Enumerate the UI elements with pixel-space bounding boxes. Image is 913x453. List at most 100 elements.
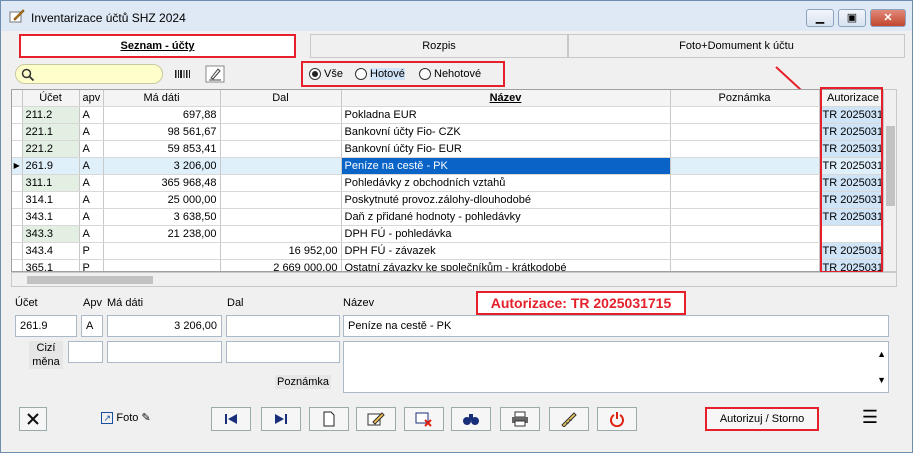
foto-button[interactable]: ↗ Foto ✎ bbox=[93, 407, 159, 431]
pin-icon: ✎ bbox=[141, 412, 151, 424]
madati-field[interactable]: 3 206,00 bbox=[107, 315, 222, 337]
cell-apv: A bbox=[79, 157, 104, 175]
col-apv[interactable]: apv bbox=[79, 90, 104, 107]
cell-apv: A bbox=[79, 106, 104, 124]
row-indicator bbox=[12, 208, 23, 226]
last-record-button[interactable] bbox=[261, 407, 301, 431]
printer-icon bbox=[512, 411, 528, 427]
cell-nazev: Ostatní závazky ke společníkům - krátkod… bbox=[341, 259, 671, 271]
cell-ucet: 343.3 bbox=[22, 225, 80, 243]
ucet-field[interactable]: 261.9 bbox=[15, 315, 77, 337]
table-row[interactable]: 343.1 A 3 638,50 Daň z přidané hodnoty -… bbox=[12, 208, 882, 226]
apv-field[interactable]: A bbox=[81, 315, 103, 337]
cell-madati: 59 853,41 bbox=[103, 140, 221, 158]
tab-label: Seznam - účty bbox=[120, 40, 195, 52]
mena-madati-field[interactable] bbox=[107, 341, 222, 363]
row-indicator bbox=[12, 259, 23, 271]
radio-all[interactable]: Vše bbox=[309, 67, 343, 81]
cell-nazev: DPH FÚ - pohledávka bbox=[341, 225, 671, 243]
table-row[interactable]: 343.3 A 21 238,00 DPH FÚ - pohledávka bbox=[12, 225, 882, 243]
cell-apv: P bbox=[79, 259, 104, 271]
cell-apv: P bbox=[79, 242, 104, 260]
table-row[interactable]: 211.2 A 697,88 Pokladna EUR TR 2025031 bbox=[12, 106, 882, 124]
table-row[interactable]: 314.1 A 25 000,00 Poskytnuté provoz.zálo… bbox=[12, 191, 882, 209]
table-row[interactable]: 221.1 A 98 561,67 Bankovní účty Fio- CZK… bbox=[12, 123, 882, 141]
col-poznamka[interactable]: Poznámka bbox=[670, 90, 820, 107]
label-dal: Dal bbox=[227, 297, 244, 309]
radio-done[interactable]: Hotové bbox=[355, 67, 405, 81]
label-nazev: Název bbox=[343, 297, 375, 309]
radio-done-label: Hotové bbox=[370, 68, 405, 80]
cell-nazev: Pokladna EUR bbox=[341, 106, 671, 124]
cell-apv: A bbox=[79, 191, 104, 209]
new-record-button[interactable] bbox=[309, 407, 349, 431]
grid-horizontal-scrollbar[interactable] bbox=[11, 272, 897, 287]
col-dal[interactable]: Dal bbox=[220, 90, 342, 107]
cell-dal bbox=[220, 208, 342, 226]
binoculars-icon bbox=[463, 414, 479, 426]
bottom-toolbar: ↗ Foto ✎ Autorizuj / Storno ☰ bbox=[11, 405, 901, 435]
table-row-selected[interactable]: ▶ 261.9 A 3 206,00 Peníze na cestě - PK … bbox=[12, 157, 882, 175]
col-madati[interactable]: Má dáti bbox=[103, 90, 221, 107]
close-window-button[interactable]: ✕ bbox=[870, 9, 906, 27]
find-button[interactable] bbox=[451, 407, 491, 431]
close-form-button[interactable] bbox=[19, 407, 47, 431]
minimize-button[interactable]: ▁ bbox=[806, 9, 834, 27]
last-icon bbox=[275, 414, 287, 425]
accounts-grid[interactable]: Účet apv Má dáti Dal Název Poznámka Auto… bbox=[11, 89, 883, 272]
scroll-up-icon[interactable]: ▲ bbox=[877, 344, 886, 364]
col-nazev[interactable]: Název bbox=[341, 90, 671, 107]
table-row[interactable]: 311.1 A 365 968,48 Pohledávky z obchodní… bbox=[12, 174, 882, 192]
poznamka-textarea[interactable]: ▲ ▼ bbox=[343, 341, 889, 393]
mena-dal-field[interactable] bbox=[226, 341, 340, 363]
cell-dal bbox=[220, 106, 342, 124]
dal-field[interactable] bbox=[226, 315, 340, 337]
delete-record-button[interactable] bbox=[404, 407, 444, 431]
table-row[interactable]: 221.2 A 59 853,41 Bankovní účty Fio- EUR… bbox=[12, 140, 882, 158]
first-record-button[interactable] bbox=[211, 407, 251, 431]
radio-dot bbox=[309, 68, 321, 81]
cell-ucet: 211.2 bbox=[22, 106, 80, 124]
app-pencil-icon bbox=[9, 9, 25, 23]
scroll-down-icon[interactable]: ▼ bbox=[877, 370, 886, 390]
eraser-icon[interactable] bbox=[205, 65, 225, 83]
cell-ucet: 365.1 bbox=[22, 259, 80, 271]
cell-madati bbox=[103, 242, 221, 260]
radio-all-label: Vše bbox=[324, 68, 343, 80]
label-cizi-mena: Cizí měna bbox=[29, 341, 63, 369]
tab-bar: Seznam - účty Rozpis Foto+Domument k účt… bbox=[13, 34, 905, 58]
authorize-button[interactable]: Autorizuj / Storno bbox=[705, 407, 819, 431]
search-input[interactable] bbox=[15, 64, 163, 84]
cell-poznamka bbox=[670, 242, 820, 260]
scroll-thumb[interactable] bbox=[886, 126, 895, 206]
tab-rozpis[interactable]: Rozpis bbox=[310, 34, 568, 58]
label-madati: Má dáti bbox=[107, 297, 144, 309]
tools-button[interactable] bbox=[549, 407, 589, 431]
col-ucet[interactable]: Účet bbox=[22, 90, 80, 107]
cell-apv: A bbox=[79, 208, 104, 226]
cell-ucet: 261.9 bbox=[22, 157, 80, 175]
cell-nazev: Peníze na cestě - PK bbox=[341, 157, 671, 175]
maximize-button[interactable]: ▣ bbox=[838, 9, 866, 27]
table-row[interactable]: 343.4 P 16 952,00 DPH FÚ - závazek TR 20… bbox=[12, 242, 882, 260]
edit-record-button[interactable] bbox=[356, 407, 396, 431]
power-icon bbox=[610, 412, 624, 428]
print-button[interactable] bbox=[500, 407, 540, 431]
table-row[interactable]: 365.1 P 2 669 000,00 Ostatní závazky ke … bbox=[12, 259, 882, 271]
hamburger-menu-icon[interactable]: ☰ bbox=[857, 407, 883, 431]
exit-button[interactable] bbox=[597, 407, 637, 431]
tab-foto-dokument[interactable]: Foto+Domument k účtu bbox=[568, 34, 905, 58]
grid-vertical-scrollbar[interactable] bbox=[883, 89, 897, 272]
radio-notdone[interactable]: Nehotové bbox=[419, 67, 481, 81]
nazev-field[interactable]: Peníze na cestě - PK bbox=[343, 315, 889, 337]
cell-poznamka bbox=[670, 191, 820, 209]
foto-label: Foto bbox=[116, 412, 139, 424]
cell-ucet: 221.2 bbox=[22, 140, 80, 158]
cell-dal bbox=[220, 157, 342, 175]
cell-nazev: DPH FÚ - závazek bbox=[341, 242, 671, 260]
mena-code-field[interactable] bbox=[68, 341, 103, 363]
tab-seznam-ucty[interactable]: Seznam - účty bbox=[19, 34, 296, 58]
barcode-icon[interactable] bbox=[173, 65, 193, 83]
scroll-thumb[interactable] bbox=[27, 276, 153, 284]
ruler-pencil-icon bbox=[561, 412, 577, 428]
